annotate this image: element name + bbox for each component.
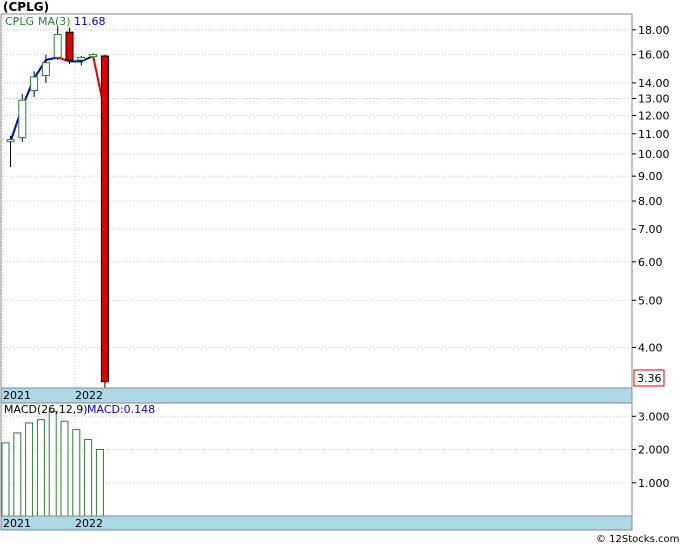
macd-ytick-label: 2.000 — [638, 444, 670, 457]
macd-bar — [84, 439, 93, 517]
macd-bar — [72, 429, 81, 517]
ma-label: MA(3) — [38, 15, 71, 28]
macd-label: MACD(26,12,9) — [4, 403, 88, 416]
price-xtick-2022: 2022 — [75, 389, 103, 402]
candle-body — [18, 99, 27, 139]
macd-panel — [0, 402, 633, 517]
price-ytick-label: 18.00 — [638, 24, 670, 37]
last-price-label: 3.36 — [637, 372, 662, 385]
price-ytick-label: 13.00 — [638, 93, 670, 106]
price-ytick-label: 6.00 — [638, 256, 663, 269]
price-ytick-label: 7.00 — [638, 223, 663, 236]
macd-ytick-label: 3.000 — [638, 410, 670, 423]
price-xtick-2021: 2021 — [3, 389, 31, 402]
stock-chart: (CPLG) 18.00 16.00 14.00 13.00 12.00 11.00 10.… — [0, 0, 679, 545]
macd-xtick-2022: 2022 — [75, 517, 103, 530]
candle-body — [6, 139, 15, 143]
price-ytick-label: 11.00 — [638, 128, 670, 141]
price-ytick-label: 16.00 — [638, 49, 670, 62]
macd-bar — [60, 420, 69, 517]
candle-body — [100, 55, 109, 383]
candle-body — [77, 56, 86, 61]
price-ytick-label: 10.00 — [638, 148, 670, 161]
price-ytick-label: 8.00 — [638, 195, 663, 208]
candle-body — [30, 76, 39, 92]
price-ytick-label: 14.00 — [638, 77, 670, 90]
macd-bar — [36, 419, 45, 517]
ma-value-label: 11.68 — [74, 15, 106, 28]
macd-ytick-label: 1.000 — [638, 477, 670, 490]
copyright: © 12Stocks.com — [596, 534, 679, 545]
macd-bar — [13, 432, 22, 517]
macd-xtick-2021: 2021 — [3, 517, 31, 530]
candle-body — [89, 54, 98, 58]
candle-body — [65, 31, 74, 61]
macd-bar — [48, 410, 57, 517]
chart-title: (CPLG) — [3, 0, 49, 14]
candle-body — [41, 62, 50, 76]
price-ytick-label: 5.00 — [638, 294, 663, 307]
macd-bar — [25, 422, 34, 517]
macd-value-label: MACD:0.148 — [87, 403, 155, 416]
price-ytick-label: 12.00 — [638, 109, 670, 122]
ticker-label: CPLG — [5, 15, 34, 28]
macd-bar — [95, 449, 104, 517]
candle-body — [53, 34, 62, 58]
price-ytick-label: 4.00 — [638, 341, 663, 354]
price-ytick-label: 9.00 — [638, 170, 663, 183]
macd-bar — [1, 442, 10, 517]
